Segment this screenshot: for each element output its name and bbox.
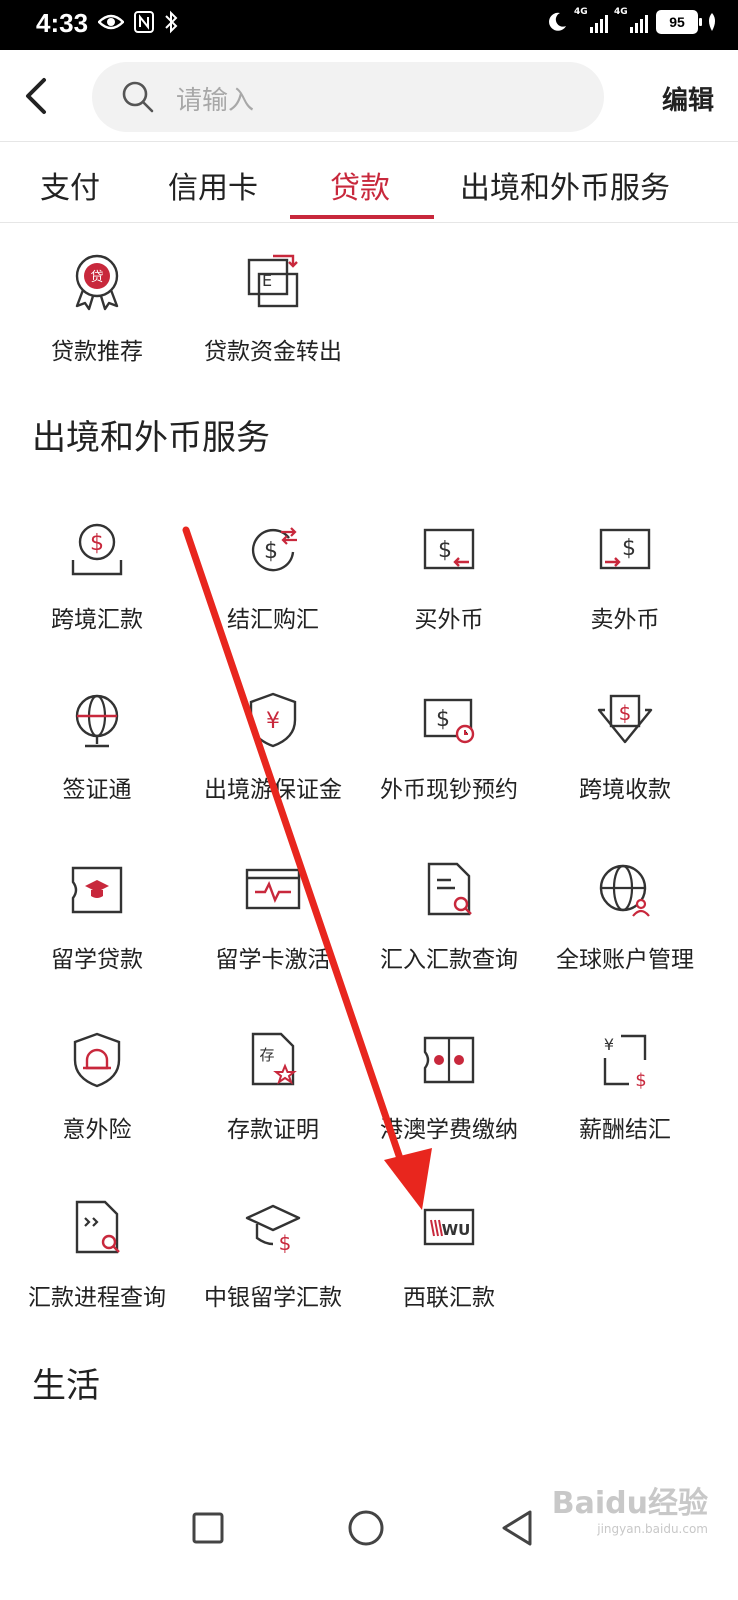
grid-item-western-union[interactable]: WU 西联汇款 (361, 1198, 537, 1312)
watermark-brand: Baidu经验 (551, 1486, 708, 1521)
svg-text:$: $ (90, 531, 104, 556)
home-icon[interactable] (346, 1508, 386, 1548)
active-tab-indicator (290, 215, 434, 219)
grid-item-cash-appointment[interactable]: $ 外币现钞预约 (361, 690, 537, 804)
grid-item-cross-border-receive[interactable]: $ 跨境收款 (537, 690, 713, 804)
currency-exchange-icon: $ (251, 527, 297, 572)
grid-item-visa[interactable]: 签证通 (9, 690, 185, 804)
svg-text:$: $ (622, 536, 636, 561)
svg-text:$: $ (438, 538, 452, 563)
watermark: Baidu经验 jingyan.baidu.com (552, 1478, 708, 1536)
watermark-site: jingyan.baidu.com (597, 1522, 708, 1536)
hk-macau-tuition-icon (423, 1036, 475, 1084)
eye-icon (98, 14, 124, 30)
svg-text:$: $ (279, 1231, 292, 1255)
header-bar: 请输入 编辑 (0, 50, 738, 142)
grid-item-global-account[interactable]: 全球账户管理 (537, 860, 713, 974)
grid-item-hk-macau-tuition[interactable]: 港澳学费缴纳 (361, 1030, 537, 1144)
back-triangle-icon[interactable] (498, 1508, 538, 1548)
document-search-icon (427, 862, 472, 916)
svg-text:$: $ (635, 1070, 646, 1090)
globe-user-icon (599, 864, 650, 917)
grid-item-salary-exchange[interactable]: ¥ $ 薪酬结汇 (537, 1030, 713, 1144)
tab-overseas-fx[interactable]: 出境和外币服务 (460, 163, 670, 207)
grid-item-card-activation[interactable]: 留学卡激活 (185, 860, 361, 974)
loan-badge-icon: 贷 (75, 254, 119, 311)
buy-foreign-currency-icon: $ (423, 528, 475, 570)
svg-text:¥: ¥ (266, 709, 280, 734)
section-title-overseas: 出境和外币服务 (32, 418, 270, 458)
svg-text:贷: 贷 (90, 270, 103, 285)
grid-item-sell-foreign-currency[interactable]: $ 卖外币 (537, 520, 713, 634)
grid-item-accident-insurance[interactable]: 意外险 (9, 1030, 185, 1144)
grid-item-loan-transfer[interactable]: E 贷款资金转出 (185, 252, 361, 366)
grid-item-deposit-certificate[interactable]: 存 存款证明 (185, 1030, 361, 1144)
grid-item-study-loan[interactable]: 留学贷款 (9, 860, 185, 974)
section-title-life: 生活 (32, 1366, 100, 1406)
remit-progress-icon (75, 1200, 120, 1254)
sell-foreign-currency-icon: $ (599, 528, 651, 570)
status-bar: 4:33 4G 4G 95 (0, 0, 738, 50)
dollar-download-icon: $ (597, 694, 653, 744)
svg-text:WU: WU (442, 1221, 471, 1239)
status-time: 4:33 (36, 8, 89, 38)
fund-transfer-icon: E (247, 254, 299, 308)
moon-icon (549, 12, 566, 31)
yuan-shield-icon: ¥ (249, 692, 297, 748)
bluetooth-icon (165, 10, 178, 34)
tab-credit-card[interactable]: 信用卡 (168, 163, 258, 207)
globe-visa-icon (75, 694, 119, 748)
svg-text:$: $ (436, 707, 450, 732)
tab-payment[interactable]: 支付 (40, 163, 100, 207)
svg-text:¥: ¥ (604, 1035, 614, 1054)
nfc-icon (134, 11, 154, 33)
back-arrow-icon[interactable] (18, 74, 58, 118)
edit-button[interactable]: 编辑 (662, 80, 714, 117)
svg-text:E: E (262, 271, 272, 290)
signal-icon-1: 4G (574, 7, 608, 33)
leaf-icon (709, 13, 715, 31)
grid-item-remit-progress[interactable]: 汇款进程查询 (9, 1198, 185, 1312)
deposit-certificate-icon: 存 (251, 1032, 297, 1086)
search-icon (122, 81, 154, 113)
grid-item-cross-border-remit[interactable]: $ 跨境汇款 (9, 520, 185, 634)
signal-icon-2: 4G (614, 7, 648, 33)
search-placeholder: 请输入 (176, 86, 255, 116)
card-activation-icon (245, 868, 301, 910)
recent-apps-icon[interactable] (190, 1510, 226, 1546)
grid-item-boc-study-remit[interactable]: $ 中银留学汇款 (185, 1198, 361, 1312)
svg-text:存: 存 (259, 1046, 274, 1064)
tab-loan[interactable]: 贷款 (330, 163, 390, 207)
cross-border-remit-icon: $ (71, 523, 123, 576)
category-tabs: 支付 信用卡 贷款 出境和外币服务 (0, 143, 738, 223)
svg-text:$: $ (264, 539, 278, 564)
search-input[interactable]: 请输入 (92, 62, 604, 132)
grid-item-loan-recommend[interactable]: 贷 贷款推荐 (9, 252, 185, 366)
grid-item-currency-exchange[interactable]: $ 结汇购汇 (185, 520, 361, 634)
western-union-icon: WU (423, 1208, 475, 1246)
grid-item-travel-deposit[interactable]: ¥ 出境游保证金 (185, 690, 361, 804)
grid-item-buy-foreign-currency[interactable]: $ 买外币 (361, 520, 537, 634)
svg-text:$: $ (619, 701, 632, 725)
battery-icon: 95 (656, 10, 702, 34)
study-loan-icon (71, 866, 123, 914)
graduation-cap-dollar-icon: $ (245, 1204, 301, 1255)
alarm-shield-icon (73, 1032, 121, 1088)
cash-appointment-icon: $ (423, 698, 475, 744)
grid-item-inward-remit-query[interactable]: 汇入汇款查询 (361, 860, 537, 974)
salary-exchange-icon: ¥ $ (603, 1034, 647, 1090)
